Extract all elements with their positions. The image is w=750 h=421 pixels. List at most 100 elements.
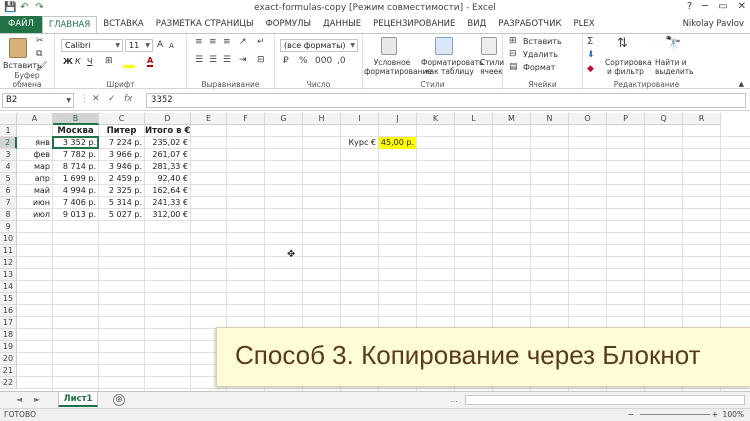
orientation-icon[interactable]: ↗ xyxy=(239,37,247,47)
next-sheet-icon[interactable]: ► xyxy=(34,395,40,404)
cell-d4[interactable]: 281,33 € xyxy=(145,161,190,173)
fill-icon[interactable]: ⬇ xyxy=(587,50,595,60)
select-all-corner[interactable] xyxy=(0,113,17,125)
format-as-table-label-1[interactable]: Форматировать xyxy=(421,58,483,67)
find-select-icon[interactable]: 🔭 xyxy=(665,36,681,51)
row-header-9[interactable]: 9 xyxy=(0,221,17,233)
cell-a2[interactable]: янв xyxy=(17,137,52,149)
cell-d2[interactable]: 235,02 € xyxy=(145,137,190,149)
tab-formulas[interactable]: ФОРМУЛЫ xyxy=(259,16,317,33)
font-name-select[interactable]: Calibri ▼ xyxy=(61,39,123,52)
name-box[interactable]: B2 ▼ xyxy=(2,93,74,108)
font-size-select[interactable]: 11 ▼ xyxy=(125,39,153,52)
row-header-3[interactable]: 3 xyxy=(0,149,17,161)
row-header-11[interactable]: 11 xyxy=(0,245,17,257)
insert-cells-button[interactable]: Вставить xyxy=(523,37,562,46)
cell-a4[interactable]: мар xyxy=(17,161,52,173)
tab-insert[interactable]: ВСТАВКА xyxy=(97,16,149,33)
cell-d1[interactable]: Итого в € xyxy=(145,125,190,137)
row-header-12[interactable]: 12 xyxy=(0,257,17,269)
help-button[interactable]: ? xyxy=(687,1,692,12)
column-header-b[interactable]: B xyxy=(53,113,99,125)
tab-file[interactable]: ФАЙЛ xyxy=(0,16,42,33)
cell-c3[interactable]: 3 966 р. xyxy=(99,149,144,161)
conditional-formatting-label-1[interactable]: Условное xyxy=(368,58,416,67)
align-left-icon[interactable]: ☰ xyxy=(195,55,203,65)
tab-page-layout[interactable]: РАЗМЕТКА СТРАНИЦЫ xyxy=(150,16,260,33)
indent-icon[interactable]: ⇥ xyxy=(239,55,247,65)
italic-button[interactable]: К xyxy=(75,57,81,66)
row-header-5[interactable]: 5 xyxy=(0,173,17,185)
cell-b8[interactable]: 9 013 р. xyxy=(53,209,98,221)
column-header-c[interactable]: C xyxy=(99,113,145,125)
cell-c8[interactable]: 5 027 р. xyxy=(99,209,144,221)
font-color-button[interactable]: A xyxy=(147,56,154,67)
enter-icon[interactable]: ✓ xyxy=(108,94,116,104)
align-bottom-icon[interactable]: ≡ xyxy=(223,37,231,47)
column-header-i[interactable]: I xyxy=(341,113,379,125)
row-header-22[interactable]: 22 xyxy=(0,377,17,389)
cell-c7[interactable]: 5 314 р. xyxy=(99,197,144,209)
column-header-p[interactable]: P xyxy=(607,113,645,125)
row-header-1[interactable]: 1 xyxy=(0,125,17,137)
grow-font-button[interactable]: A xyxy=(157,40,163,50)
zoom-out-button[interactable]: − xyxy=(628,409,634,421)
cell-b5[interactable]: 1 699 р. xyxy=(53,173,98,185)
cell-c5[interactable]: 2 459 р. xyxy=(99,173,144,185)
autosum-icon[interactable]: Σ xyxy=(587,36,593,47)
cell-d5[interactable]: 92,40 € xyxy=(145,173,190,185)
row-header-13[interactable]: 13 xyxy=(0,269,17,281)
sort-filter-label-1[interactable]: Сортировка xyxy=(605,58,652,67)
column-header-g[interactable]: G xyxy=(265,113,303,125)
thousands-format-icon[interactable]: 000 xyxy=(315,56,332,66)
collapse-ribbon-icon[interactable]: ▲ xyxy=(739,80,744,88)
conditional-formatting-label-2[interactable]: форматирование xyxy=(364,67,432,76)
cell-c2[interactable]: 7 224 р. xyxy=(99,137,144,149)
cell-i2[interactable]: Курс € xyxy=(341,137,378,149)
column-header-l[interactable]: L xyxy=(455,113,493,125)
sheet-options-icon[interactable]: … xyxy=(450,395,458,404)
sort-filter-icon[interactable]: ⇅ xyxy=(617,36,628,51)
align-top-icon[interactable]: ≡ xyxy=(195,37,203,47)
cell-d8[interactable]: 312,00 € xyxy=(145,209,190,221)
wrap-text-icon[interactable]: ↵ xyxy=(257,37,265,47)
cell-a6[interactable]: май xyxy=(17,185,52,197)
horizontal-scrollbar[interactable] xyxy=(465,395,745,405)
cell-a5[interactable]: апр xyxy=(17,173,52,185)
delete-cells-button[interactable]: Удалить xyxy=(523,50,558,59)
row-header-17[interactable]: 17 xyxy=(0,317,17,329)
row-header-21[interactable]: 21 xyxy=(0,365,17,377)
underline-button[interactable]: Ч xyxy=(87,57,92,66)
prev-sheet-icon[interactable]: ◄ xyxy=(16,395,22,404)
bold-button[interactable]: Ж xyxy=(63,57,73,66)
cell-d6[interactable]: 162,64 € xyxy=(145,185,190,197)
column-header-f[interactable]: F xyxy=(227,113,265,125)
tab-review[interactable]: РЕЦЕНЗИРОВАНИЕ xyxy=(367,16,461,33)
cell-a7[interactable]: июн xyxy=(17,197,52,209)
cell-d7[interactable]: 241,33 € xyxy=(145,197,190,209)
merge-cells-icon[interactable]: ⊟ xyxy=(257,55,265,65)
cell-c4[interactable]: 3 946 р. xyxy=(99,161,144,173)
format-cells-button[interactable]: Формат xyxy=(523,63,555,72)
column-header-r[interactable]: R xyxy=(683,113,721,125)
formula-input[interactable]: 3352 xyxy=(146,93,746,108)
row-header-6[interactable]: 6 xyxy=(0,185,17,197)
cell-d3[interactable]: 261,07 € xyxy=(145,149,190,161)
row-header-19[interactable]: 19 xyxy=(0,341,17,353)
cell-c6[interactable]: 2 325 р. xyxy=(99,185,144,197)
user-name[interactable]: Nikolay Pavlov xyxy=(677,16,750,33)
fill-color-icon[interactable] xyxy=(123,58,135,68)
cell-b4[interactable]: 8 714 р. xyxy=(53,161,98,173)
cell-b7[interactable]: 7 406 р. xyxy=(53,197,98,209)
column-header-q[interactable]: Q xyxy=(645,113,683,125)
currency-format-icon[interactable]: ₽ xyxy=(283,56,289,66)
row-header-8[interactable]: 8 xyxy=(0,209,17,221)
format-as-table-label-2[interactable]: как таблицу xyxy=(425,67,474,76)
column-header-d[interactable]: D xyxy=(145,113,191,125)
row-header-2[interactable]: 2 xyxy=(0,137,17,149)
add-sheet-icon[interactable]: ⊕ xyxy=(113,394,125,406)
column-header-a[interactable]: A xyxy=(17,113,53,125)
column-header-m[interactable]: M xyxy=(493,113,531,125)
copy-icon[interactable]: ⧉ xyxy=(36,49,42,59)
minimize-button[interactable]: ─ xyxy=(702,1,708,12)
